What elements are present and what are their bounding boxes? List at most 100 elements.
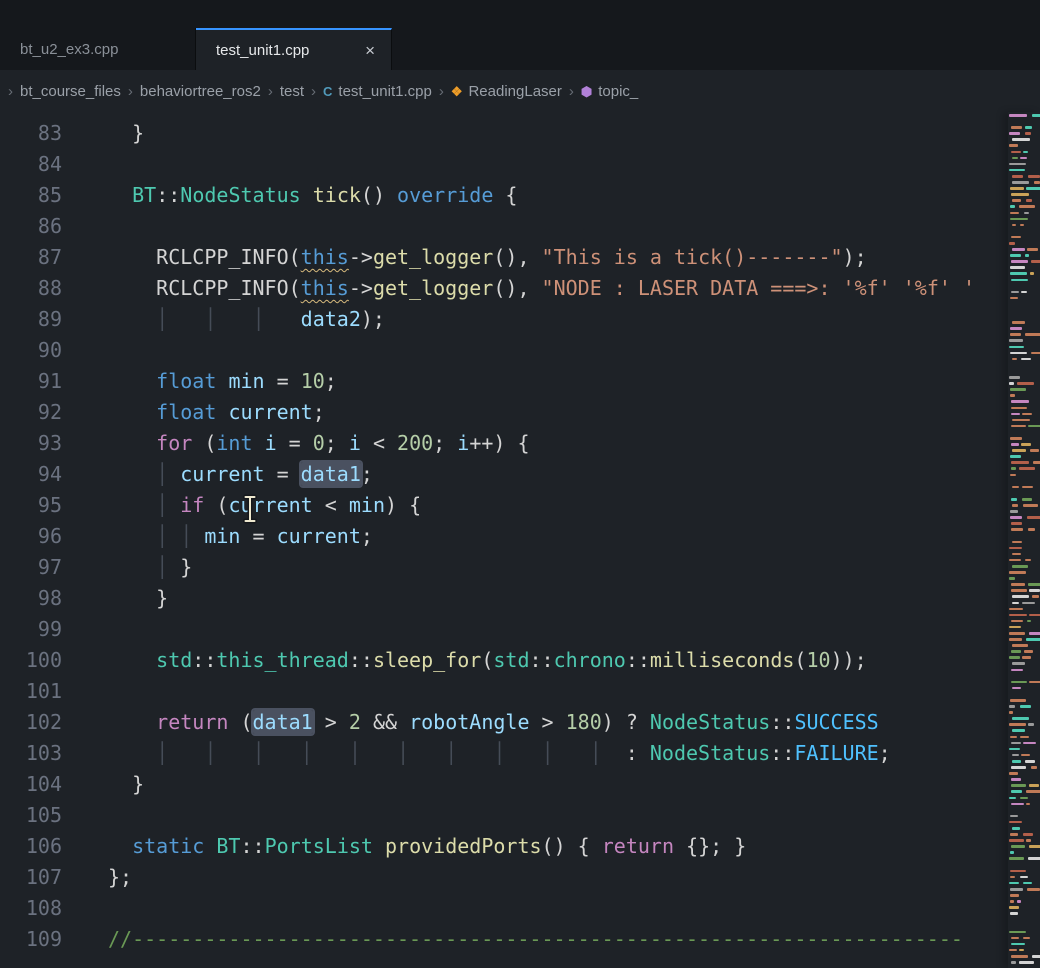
- code-line-86[interactable]: 86: [0, 211, 1040, 242]
- line-number[interactable]: 100: [0, 645, 62, 676]
- code-token: (: [192, 431, 216, 455]
- code-token: ->: [349, 276, 373, 300]
- line-number[interactable]: 101: [0, 676, 62, 707]
- line-number[interactable]: 108: [0, 893, 62, 924]
- breadcrumb-item-behaviortree_ros2[interactable]: behaviortree_ros2: [140, 83, 261, 100]
- line-number[interactable]: 102: [0, 707, 62, 738]
- code-token: milliseconds: [650, 648, 795, 672]
- tab-test_unit1.cpp[interactable]: test_unit1.cpp×: [196, 28, 392, 70]
- code-line-84[interactable]: 84: [0, 149, 1040, 180]
- code-text: [62, 614, 108, 645]
- line-number[interactable]: 85: [0, 180, 62, 211]
- line-number[interactable]: 105: [0, 800, 62, 831]
- code-token: }: [180, 555, 192, 579]
- line-number[interactable]: 86: [0, 211, 62, 242]
- code-line-85[interactable]: 85 BT::NodeStatus tick() override {: [0, 180, 1040, 211]
- code-line-94[interactable]: 94 │ current = data1;: [0, 459, 1040, 490]
- code-token: BT: [216, 834, 240, 858]
- code-line-89[interactable]: 89 │ │ │ data2);: [0, 304, 1040, 335]
- event-symbol-icon: ⬢: [581, 85, 592, 98]
- line-number[interactable]: 87: [0, 242, 62, 273]
- code-text: for (int i = 0; i < 200; i++) {: [62, 428, 530, 459]
- code-line-108[interactable]: 108: [0, 893, 1040, 924]
- code-line-105[interactable]: 105: [0, 800, 1040, 831]
- code-line-92[interactable]: 92 float current;: [0, 397, 1040, 428]
- code-text: BT::NodeStatus tick() override {: [62, 180, 517, 211]
- code-line-103[interactable]: 103 │ │ │ │ │ │ │ │ │ │ : NodeStatus::FA…: [0, 738, 1040, 769]
- code-token: [108, 121, 132, 145]
- line-number[interactable]: 109: [0, 924, 62, 955]
- code-line-87[interactable]: 87 RCLCPP_INFO(this->get_logger(), "This…: [0, 242, 1040, 273]
- line-number[interactable]: 84: [0, 149, 62, 180]
- breadcrumb-item-test_unit1.cpp[interactable]: Ctest_unit1.cpp: [323, 83, 432, 100]
- line-number[interactable]: 107: [0, 862, 62, 893]
- code-token: "This is a tick()-------": [542, 245, 843, 269]
- code-token: NodeStatus: [650, 741, 770, 765]
- line-number[interactable]: 103: [0, 738, 62, 769]
- code-line-100[interactable]: 100 std::this_thread::sleep_for(std::chr…: [0, 645, 1040, 676]
- line-number[interactable]: 95: [0, 490, 62, 521]
- line-number[interactable]: 94: [0, 459, 62, 490]
- code-token: "NODE : LASER DATA ===>: '%f' '%f' ': [542, 276, 975, 300]
- tabs-container: bt_u2_ex3.cpptest_unit1.cpp×: [0, 28, 392, 70]
- breadcrumb-item-test[interactable]: test: [280, 83, 304, 100]
- code-line-97[interactable]: 97 │ }: [0, 552, 1040, 583]
- code-line-98[interactable]: 98 }: [0, 583, 1040, 614]
- code-line-109[interactable]: 109//-----------------------------------…: [0, 924, 1040, 955]
- code-line-102[interactable]: 102 return (data1 > 2 && robotAngle > 18…: [0, 707, 1040, 738]
- code-token: (),: [493, 245, 541, 269]
- line-number[interactable]: 90: [0, 335, 62, 366]
- close-tab-icon[interactable]: ×: [343, 42, 375, 59]
- tab-bt_u2_ex3.cpp[interactable]: bt_u2_ex3.cpp: [0, 28, 196, 70]
- code-line-95[interactable]: 95 │ if (current < min) {: [0, 490, 1040, 521]
- breadcrumb-item-topic_[interactable]: ⬢topic_: [581, 83, 638, 100]
- code-token: RCLCPP_INFO: [156, 245, 288, 269]
- line-number[interactable]: 98: [0, 583, 62, 614]
- breadcrumb-item-ReadingLaser[interactable]: ❖ReadingLaser: [451, 83, 562, 100]
- line-number[interactable]: 93: [0, 428, 62, 459]
- code-line-96[interactable]: 96 │ │ min = current;: [0, 521, 1040, 552]
- code-token: ++) {: [469, 431, 529, 455]
- chevron-right-icon: ›: [128, 83, 133, 100]
- code-line-93[interactable]: 93 for (int i = 0; i < 200; i++) {: [0, 428, 1040, 459]
- line-number[interactable]: 96: [0, 521, 62, 552]
- code-text: [62, 149, 108, 180]
- code-line-91[interactable]: 91 float min = 10;: [0, 366, 1040, 397]
- code-token: [373, 834, 385, 858]
- code-token: ;: [879, 741, 891, 765]
- code-text: return (data1 > 2 && robotAngle > 180) ?…: [62, 707, 879, 738]
- breadcrumb-item-bt_course_files[interactable]: bt_course_files: [20, 83, 121, 100]
- code-line-88[interactable]: 88 RCLCPP_INFO(this->get_logger(), "NODE…: [0, 273, 1040, 304]
- line-number[interactable]: 104: [0, 769, 62, 800]
- line-number[interactable]: 97: [0, 552, 62, 583]
- code-line-90[interactable]: 90: [0, 335, 1040, 366]
- line-number[interactable]: 91: [0, 366, 62, 397]
- code-line-83[interactable]: 83 }: [0, 118, 1040, 149]
- line-number[interactable]: 88: [0, 273, 62, 304]
- line-number[interactable]: 106: [0, 831, 62, 862]
- code-line-101[interactable]: 101: [0, 676, 1040, 707]
- code-token: data1: [301, 462, 361, 486]
- line-number[interactable]: 99: [0, 614, 62, 645]
- code-token: );: [361, 307, 385, 331]
- code-token: ::: [156, 183, 180, 207]
- code-line-106[interactable]: 106 static BT::PortsList providedPorts()…: [0, 831, 1040, 862]
- code-line-107[interactable]: 107};: [0, 862, 1040, 893]
- code-token: =: [240, 524, 276, 548]
- breadcrumb-label: ReadingLaser: [468, 83, 561, 100]
- minimap[interactable]: [1008, 112, 1040, 968]
- code-editor[interactable]: 83 }8485 BT::NodeStatus tick() override …: [0, 112, 1040, 968]
- code-line-104[interactable]: 104 }: [0, 769, 1040, 800]
- code-token: );: [843, 245, 867, 269]
- code-token: ::: [529, 648, 553, 672]
- line-number[interactable]: 89: [0, 304, 62, 335]
- code-line-99[interactable]: 99: [0, 614, 1040, 645]
- code-token: ::: [770, 741, 794, 765]
- code-token: [216, 369, 228, 393]
- line-number[interactable]: 92: [0, 397, 62, 428]
- code-token: ::: [770, 710, 794, 734]
- code-text: │ │ │ │ │ │ │ │ │ │ : NodeStatus::FAILUR…: [62, 738, 891, 769]
- code-token: [108, 369, 156, 393]
- code-token: │: [108, 493, 180, 517]
- line-number[interactable]: 83: [0, 118, 62, 149]
